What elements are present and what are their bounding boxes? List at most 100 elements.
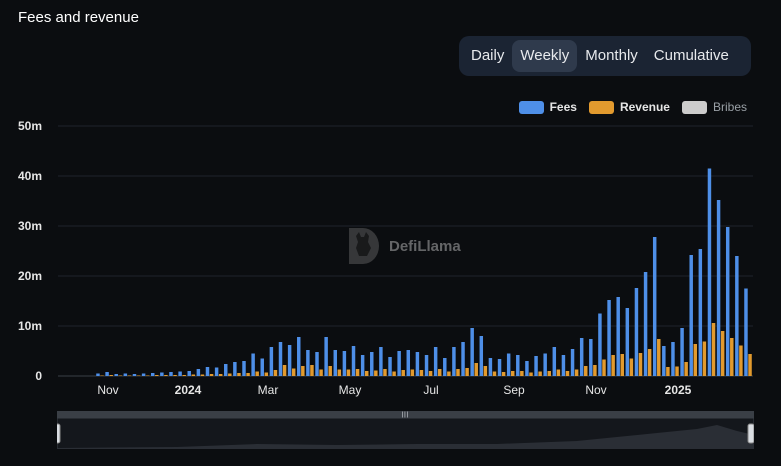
fees-bar xyxy=(534,356,538,376)
slider-right-handle[interactable] xyxy=(747,423,754,444)
revenue-bar xyxy=(109,375,113,376)
fees-bar xyxy=(616,297,620,376)
revenue-bar xyxy=(237,373,241,376)
revenue-bar xyxy=(364,371,369,376)
fees-bar xyxy=(315,352,319,376)
revenue-bar xyxy=(346,369,351,376)
fees-bar xyxy=(506,353,511,376)
revenue-bar xyxy=(255,371,259,376)
revenue-bar xyxy=(492,371,497,376)
fees-bar xyxy=(589,339,593,376)
revenue-bar xyxy=(711,323,716,376)
fees-bar xyxy=(351,346,356,376)
revenue-bar xyxy=(182,375,186,376)
slider-left-handle[interactable] xyxy=(57,423,61,444)
fees-bar xyxy=(479,336,484,376)
fees-bar xyxy=(233,362,237,376)
revenue-bar xyxy=(611,355,615,376)
x-tick-label: Mar xyxy=(258,383,279,397)
revenue-bar xyxy=(419,370,424,376)
fees-bar xyxy=(132,374,137,376)
fees-bar xyxy=(698,249,703,376)
fees-bar xyxy=(260,358,264,376)
revenue-bar xyxy=(246,373,250,376)
revenue-bar xyxy=(319,369,323,376)
revenue-bar xyxy=(675,366,679,376)
revenue-bar xyxy=(264,372,269,376)
fees-bar xyxy=(452,347,456,376)
revenue-bar xyxy=(574,369,579,376)
fees-revenue-chart: 0 10m 20m 30m 40m 50m Nov 2024 Mar May Jul Sep Nov 20… xyxy=(18,119,753,397)
revenue-bar xyxy=(666,367,670,376)
time-range-slider[interactable]: ||| xyxy=(57,411,754,449)
revenue-bar xyxy=(374,370,378,376)
revenue-bar xyxy=(684,362,688,376)
fees-bar xyxy=(214,367,219,376)
revenue-bar xyxy=(593,365,597,376)
revenue-bar xyxy=(301,366,305,376)
revenue-bar xyxy=(584,366,588,376)
fees-bar xyxy=(744,288,748,376)
fees-bar xyxy=(497,359,502,376)
fees-bar xyxy=(169,372,173,376)
revenue-bar xyxy=(145,375,150,376)
fees-bar xyxy=(579,338,584,376)
revenue-bar xyxy=(218,374,223,376)
fees-bar xyxy=(324,337,328,376)
revenue-bar xyxy=(310,365,314,376)
fees-bar xyxy=(187,371,191,376)
fees-bar xyxy=(735,256,739,376)
fees-bar xyxy=(461,342,465,376)
fees-bar xyxy=(415,352,420,376)
x-tick-label: Jul xyxy=(423,383,438,397)
fees-bar xyxy=(470,328,474,376)
revenue-bar xyxy=(191,374,196,376)
revenue-bar xyxy=(483,366,488,376)
fees-bar xyxy=(160,372,164,376)
revenue-bar xyxy=(355,369,360,376)
revenue-bar xyxy=(693,344,698,376)
x-tick-label: Nov xyxy=(97,383,118,397)
y-tick-label: 0 xyxy=(35,369,42,383)
fees-bar xyxy=(178,371,182,376)
revenue-bar xyxy=(638,353,643,376)
revenue-bar xyxy=(647,349,652,376)
revenue-bar xyxy=(565,371,570,376)
revenue-bar xyxy=(501,372,506,376)
fees-bar xyxy=(680,328,684,376)
fees-bar xyxy=(370,352,374,376)
fees-bar xyxy=(333,350,337,376)
fees-bar xyxy=(570,349,575,376)
fees-bar xyxy=(725,227,730,376)
fees-bar xyxy=(525,361,529,376)
fees-bar xyxy=(269,347,274,376)
fees-bar xyxy=(433,347,438,376)
revenue-bar xyxy=(730,338,734,376)
fees-bar xyxy=(196,369,201,376)
fees-bar xyxy=(543,353,547,376)
revenue-bar xyxy=(702,341,707,376)
revenue-bar xyxy=(228,373,232,376)
x-tick-label: 2024 xyxy=(175,383,202,397)
revenue-bar xyxy=(602,359,606,376)
revenue-bar xyxy=(428,371,433,376)
revenue-bar xyxy=(547,371,551,376)
revenue-bar xyxy=(474,363,478,376)
revenue-bar xyxy=(465,368,469,376)
revenue-bar xyxy=(291,368,296,376)
revenue-bar xyxy=(383,369,387,376)
revenue-bar xyxy=(739,345,743,376)
revenue-bar xyxy=(456,369,460,376)
revenue-bar xyxy=(529,372,533,376)
fees-bar xyxy=(388,357,392,376)
fees-bar xyxy=(561,355,566,376)
revenue-bar xyxy=(273,370,278,376)
fees-bar xyxy=(607,300,611,376)
y-tick-label: 50m xyxy=(18,119,42,133)
fees-bar xyxy=(224,364,228,376)
fees-bar xyxy=(598,313,602,376)
revenue-bar xyxy=(209,374,214,376)
fees-bar xyxy=(105,372,109,376)
fees-bar xyxy=(278,342,283,376)
y-tick-label: 40m xyxy=(18,169,42,183)
